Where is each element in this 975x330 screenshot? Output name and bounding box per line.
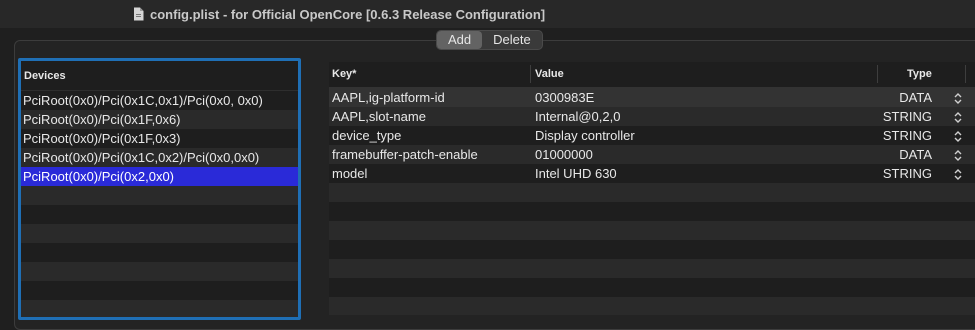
- key-cell[interactable]: framebuffer-patch-enable: [332, 145, 478, 164]
- table-row[interactable]: [329, 183, 975, 202]
- table-row[interactable]: AAPL,ig-platform-id 0300983E DATA: [329, 88, 975, 107]
- device-path-label: PciRoot(0x0)/Pci(0x1F,0x6): [23, 112, 181, 127]
- value-cell[interactable]: Internal@0,2,0: [535, 107, 620, 126]
- type-popup-stepper-icon[interactable]: [954, 91, 962, 104]
- type-popup-stepper-icon[interactable]: [954, 129, 962, 142]
- window-title-text: config.plist - for Official OpenCore [0.…: [150, 6, 546, 22]
- table-row[interactable]: [329, 202, 975, 221]
- device-row[interactable]: [21, 300, 298, 317]
- type-cell[interactable]: STRING: [883, 126, 932, 145]
- table-row[interactable]: AAPL,slot-name Internal@0,2,0 STRING: [329, 107, 975, 126]
- device-row[interactable]: PciRoot(0x0)/Pci(0x2,0x0): [21, 167, 298, 186]
- device-path-label: PciRoot(0x0)/Pci(0x1C,0x1)/Pci(0x0, 0x0): [23, 93, 263, 108]
- document-icon: [133, 7, 144, 21]
- table-row[interactable]: [329, 278, 975, 297]
- type-cell[interactable]: STRING: [883, 107, 932, 126]
- device-row[interactable]: PciRoot(0x0)/Pci(0x1C,0x2)/Pci(0x0,0x0): [21, 148, 298, 167]
- device-row[interactable]: PciRoot(0x0)/Pci(0x1F,0x3): [21, 129, 298, 148]
- type-popup-stepper-icon[interactable]: [954, 110, 962, 123]
- table-row[interactable]: [329, 240, 975, 259]
- device-row[interactable]: [21, 281, 298, 300]
- add-delete-segmented-control: Add Delete: [436, 30, 543, 50]
- key-cell[interactable]: model: [332, 164, 367, 183]
- column-separator[interactable]: [877, 65, 878, 83]
- table-header: Key* Value Type: [329, 62, 975, 88]
- type-cell[interactable]: DATA: [899, 88, 932, 107]
- column-separator[interactable]: [530, 65, 531, 83]
- device-row[interactable]: [21, 224, 298, 243]
- type-cell[interactable]: STRING: [883, 164, 932, 183]
- device-row[interactable]: [21, 243, 298, 262]
- table-row[interactable]: framebuffer-patch-enable 01000000 DATA: [329, 145, 975, 164]
- table-row[interactable]: [329, 259, 975, 278]
- key-cell[interactable]: AAPL,slot-name: [332, 107, 426, 126]
- column-separator[interactable]: [965, 65, 966, 83]
- key-cell[interactable]: AAPL,ig-platform-id: [332, 88, 445, 107]
- type-cell[interactable]: DATA: [899, 145, 932, 164]
- value-cell[interactable]: Intel UHD 630: [535, 164, 617, 183]
- table-row[interactable]: [329, 297, 975, 315]
- add-button[interactable]: Add: [437, 31, 483, 49]
- type-column-header[interactable]: Type: [907, 68, 932, 80]
- table-row[interactable]: [329, 221, 975, 240]
- key-column-header[interactable]: Key*: [332, 68, 356, 80]
- window-title: config.plist - for Official OpenCore [0.…: [133, 5, 545, 23]
- device-row[interactable]: PciRoot(0x0)/Pci(0x1C,0x1)/Pci(0x0, 0x0): [21, 91, 298, 110]
- device-path-label: PciRoot(0x0)/Pci(0x1C,0x2)/Pci(0x0,0x0): [23, 150, 260, 165]
- delete-button[interactable]: Delete: [482, 31, 542, 49]
- type-popup-stepper-icon[interactable]: [954, 167, 962, 180]
- type-popup-stepper-icon[interactable]: [954, 148, 962, 161]
- key-cell[interactable]: device_type: [332, 126, 401, 145]
- value-cell[interactable]: Display controller: [535, 126, 635, 145]
- table-row[interactable]: model Intel UHD 630 STRING: [329, 164, 975, 183]
- device-path-label: PciRoot(0x0)/Pci(0x1F,0x3): [23, 131, 181, 146]
- device-row[interactable]: [21, 186, 298, 205]
- devices-header: Devices: [21, 61, 298, 91]
- device-path-label: PciRoot(0x0)/Pci(0x2,0x0): [23, 169, 174, 184]
- device-row[interactable]: [21, 262, 298, 281]
- device-row[interactable]: PciRoot(0x0)/Pci(0x1F,0x6): [21, 110, 298, 129]
- value-cell[interactable]: 0300983E: [535, 88, 594, 107]
- value-column-header[interactable]: Value: [535, 68, 564, 80]
- device-row[interactable]: [21, 205, 298, 224]
- value-cell[interactable]: 01000000: [535, 145, 593, 164]
- devices-list[interactable]: Devices PciRoot(0x0)/Pci(0x1C,0x1)/Pci(0…: [18, 58, 301, 320]
- title-bar: config.plist - for Official OpenCore [0.…: [0, 0, 975, 28]
- properties-table[interactable]: Key* Value Type AAPL,ig-platform-id 03009…: [329, 62, 975, 315]
- table-row[interactable]: device_type Display controller STRING: [329, 126, 975, 145]
